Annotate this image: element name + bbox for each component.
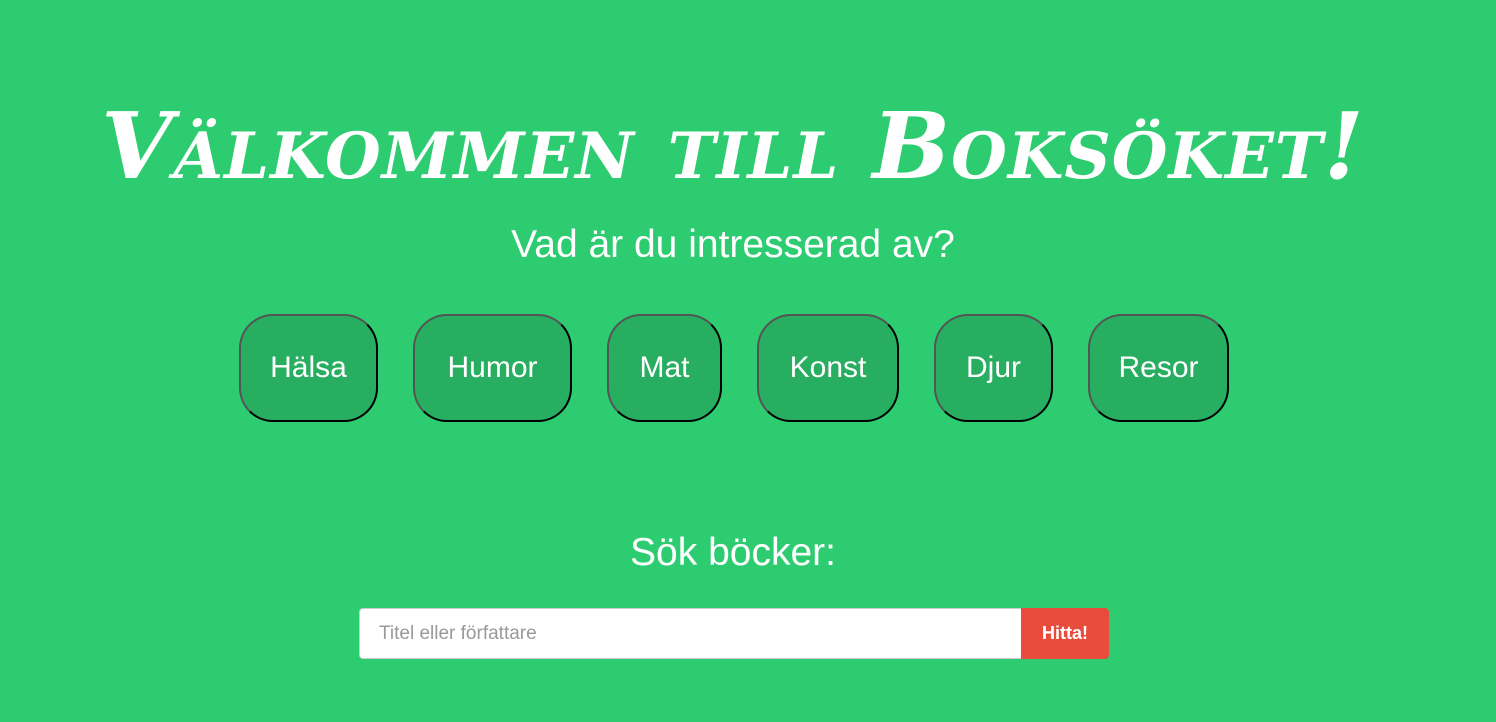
search-input[interactable] [359,608,1021,659]
search-button[interactable]: Hitta! [1021,608,1109,659]
category-button-djur[interactable]: Djur [934,314,1053,422]
search-heading: Sök böcker: [630,531,836,574]
category-button-halsa[interactable]: Hälsa [239,314,378,422]
page-title: Välkommen till Boksöket! [101,91,1365,200]
category-button-konst[interactable]: Konst [757,314,899,422]
category-button-mat[interactable]: Mat [607,314,722,422]
category-button-humor[interactable]: Humor [413,314,572,422]
search-form: Hitta! [359,608,1109,659]
interests-heading: Vad är du intresserad av? [511,223,955,266]
category-button-resor[interactable]: Resor [1088,314,1229,422]
category-list: Hälsa Humor Mat Konst Djur Resor [239,314,1229,422]
